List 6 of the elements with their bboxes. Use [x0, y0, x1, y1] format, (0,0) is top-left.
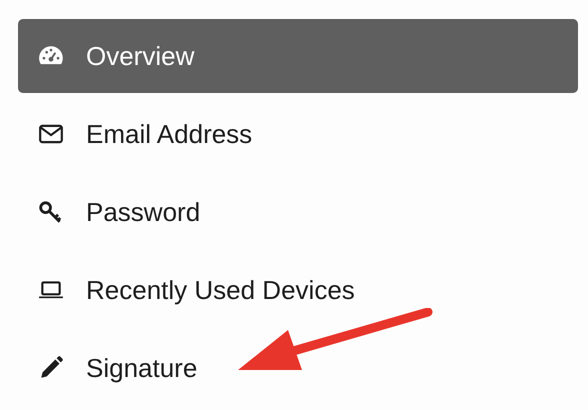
- menu-item[interactable]: Email Address: [18, 97, 578, 171]
- menu-item[interactable]: Password: [18, 175, 578, 249]
- menu-item[interactable]: Recently Used Devices: [18, 253, 578, 327]
- menu-item[interactable]: Signature: [18, 331, 578, 405]
- menu-item[interactable]: Overview: [18, 19, 578, 93]
- key-icon: [38, 199, 64, 225]
